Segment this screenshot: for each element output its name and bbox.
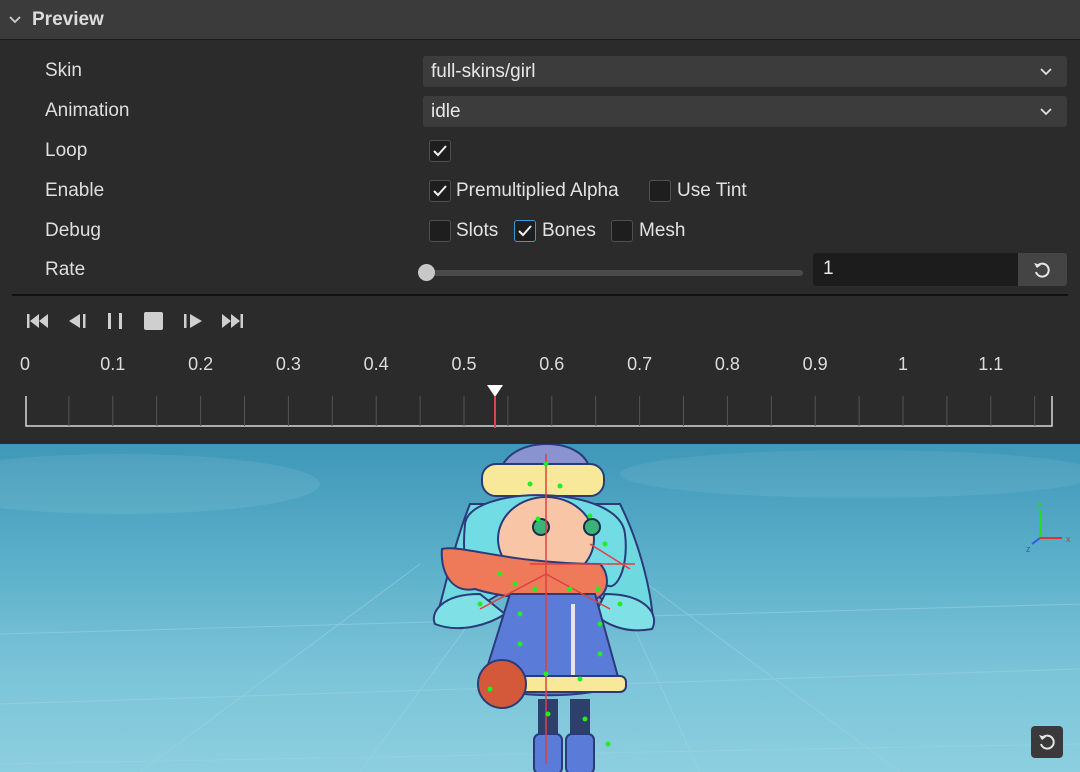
spine-character-preview — [432, 444, 656, 772]
bones-label[interactable]: Bones — [542, 220, 596, 242]
pause-button[interactable] — [103, 310, 129, 332]
step-forward-button[interactable] — [180, 310, 206, 332]
playback-controls: 0 0.1 0.2 0.3 0.4 0.5 0.6 0.7 0.8 0.9 1 1.1 — [0, 296, 1080, 444]
rate-reset-button[interactable] — [1018, 253, 1067, 286]
timeline-ruler-frame — [25, 396, 1053, 427]
rate-row: Rate 1 — [0, 250, 1080, 290]
use-tint-checkbox[interactable] — [649, 180, 671, 202]
animation-select[interactable]: idle — [423, 96, 1067, 127]
premultiplied-alpha-label[interactable]: Premultiplied Alpha — [456, 180, 619, 202]
loop-row: Loop — [0, 131, 1080, 171]
bones-checkbox[interactable] — [514, 220, 536, 242]
rate-label: Rate — [45, 259, 86, 280]
timeline-tick-label: 0.3 — [275, 354, 301, 374]
viewport-reset-button[interactable] — [1031, 726, 1063, 758]
axis-y-label: y — [1037, 500, 1042, 510]
skip-to-start-button[interactable] — [25, 310, 51, 332]
timeline-tick-label: 0.6 — [539, 354, 565, 374]
pause-icon — [108, 313, 122, 329]
checkmark-icon — [433, 145, 447, 157]
axis-x-label: x — [1066, 534, 1071, 544]
checkmark-icon — [433, 185, 447, 197]
timeline-tick-label: 1 — [897, 354, 909, 374]
timeline-tick-label: 0.5 — [451, 354, 477, 374]
skin-row: Skin full-skins/girl — [0, 51, 1080, 91]
chevron-down-icon[interactable] — [8, 13, 22, 27]
premultiplied-alpha-checkbox[interactable] — [429, 180, 451, 202]
skip-to-end-button[interactable] — [219, 310, 245, 332]
timeline-tick-label: 0 — [19, 354, 31, 374]
animation-value: idle — [431, 101, 461, 122]
loop-checkbox[interactable] — [429, 140, 451, 162]
animation-label: Animation — [45, 100, 130, 121]
chevron-down-icon — [1040, 68, 1052, 76]
skip-to-start-icon — [27, 314, 48, 328]
panel-title: Preview — [32, 9, 104, 30]
reset-icon — [1034, 262, 1050, 278]
enable-label: Enable — [45, 180, 105, 201]
rate-slider-thumb[interactable] — [418, 264, 435, 281]
slots-label[interactable]: Slots — [456, 220, 498, 242]
debug-label: Debug — [45, 220, 101, 241]
scene-viewport[interactable]: y x z — [0, 444, 1080, 772]
rate-slider-track[interactable] — [427, 270, 803, 276]
step-back-icon — [69, 314, 86, 328]
timeline-tick-label: 0.9 — [802, 354, 828, 374]
timeline-ruler[interactable] — [25, 396, 1054, 430]
timeline-tick-label: 0.7 — [627, 354, 653, 374]
preview-properties: Skin full-skins/girl Animation idle Loop… — [0, 41, 1080, 294]
skin-label: Skin — [45, 60, 82, 81]
timeline-tick-label: 0.1 — [100, 354, 126, 374]
debug-row: Debug Slots Bones Mesh — [0, 211, 1080, 251]
reset-icon — [1039, 734, 1055, 750]
skin-value: full-skins/girl — [431, 61, 536, 82]
skip-to-end-icon — [222, 314, 243, 328]
step-forward-icon — [184, 314, 202, 328]
mesh-label[interactable]: Mesh — [639, 220, 685, 242]
use-tint-label[interactable]: Use Tint — [677, 180, 747, 202]
animation-row: Animation idle — [0, 91, 1080, 131]
enable-row: Enable Premultiplied Alpha Use Tint — [0, 171, 1080, 211]
timeline-tick-label: 0.2 — [188, 354, 214, 374]
slots-checkbox[interactable] — [429, 220, 451, 242]
checkmark-icon — [518, 225, 532, 237]
axis-gizmo: y x z — [1026, 500, 1071, 554]
rate-value: 1 — [823, 258, 834, 279]
timeline-tick-label: 0.4 — [363, 354, 389, 374]
step-back-button[interactable] — [65, 310, 91, 332]
timeline-tick-label: 1.1 — [978, 354, 1004, 374]
mesh-checkbox[interactable] — [611, 220, 633, 242]
playhead-line — [494, 396, 496, 428]
timeline-tick-label: 0.8 — [714, 354, 740, 374]
preview-panel-header[interactable]: Preview — [0, 0, 1080, 40]
axis-z-label: z — [1026, 544, 1031, 554]
stop-icon — [144, 312, 163, 330]
stop-button[interactable] — [141, 310, 167, 332]
rate-input[interactable]: 1 — [813, 253, 1018, 286]
chevron-down-icon — [1040, 108, 1052, 116]
loop-label: Loop — [45, 140, 88, 161]
skin-select[interactable]: full-skins/girl — [423, 56, 1067, 87]
